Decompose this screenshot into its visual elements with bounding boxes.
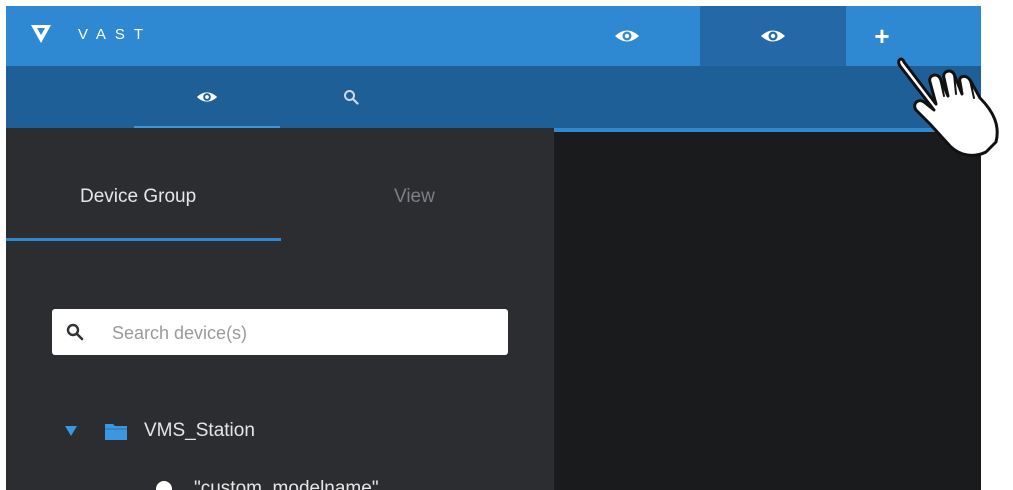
search-icon (344, 90, 359, 105)
tab-view[interactable]: View (394, 186, 435, 208)
eye-icon (196, 92, 218, 102)
tab-view-2[interactable] (700, 6, 846, 66)
app-name: VAST (78, 25, 153, 43)
app-window: VAST + Device Group View Search device(s… (6, 6, 981, 490)
search-input[interactable] (110, 309, 494, 357)
eye-icon (761, 30, 785, 42)
video-viewer[interactable] (554, 132, 981, 490)
top-bar: VAST + (6, 6, 981, 66)
subtab-search[interactable] (326, 66, 376, 128)
app-logo: VAST (30, 23, 152, 45)
tab-view-1[interactable] (596, 6, 658, 66)
search-icon (66, 323, 84, 341)
panel-tabs: Device Group View (6, 128, 554, 242)
hand-pointer-icon (897, 57, 999, 157)
eye-icon (615, 30, 639, 42)
active-tab-indicator (6, 238, 281, 241)
folder-icon (105, 424, 127, 440)
caret-down-icon[interactable] (64, 425, 78, 437)
device-panel: Device Group View VMS_Station "custom_mo… (6, 128, 554, 490)
tree-node-child[interactable]: "custom_modelname" (156, 474, 379, 490)
tree-node-root[interactable]: VMS_Station (64, 416, 255, 446)
device-status-icon (156, 481, 172, 490)
sub-nav-bar (6, 66, 981, 128)
device-search (52, 309, 508, 357)
tree-child-label: "custom_modelname" (194, 478, 379, 490)
subtab-live-view[interactable] (134, 66, 280, 128)
tab-device-group[interactable]: Device Group (80, 186, 196, 208)
tree-node-label: VMS_Station (144, 420, 255, 441)
vast-logo-icon (31, 25, 51, 43)
